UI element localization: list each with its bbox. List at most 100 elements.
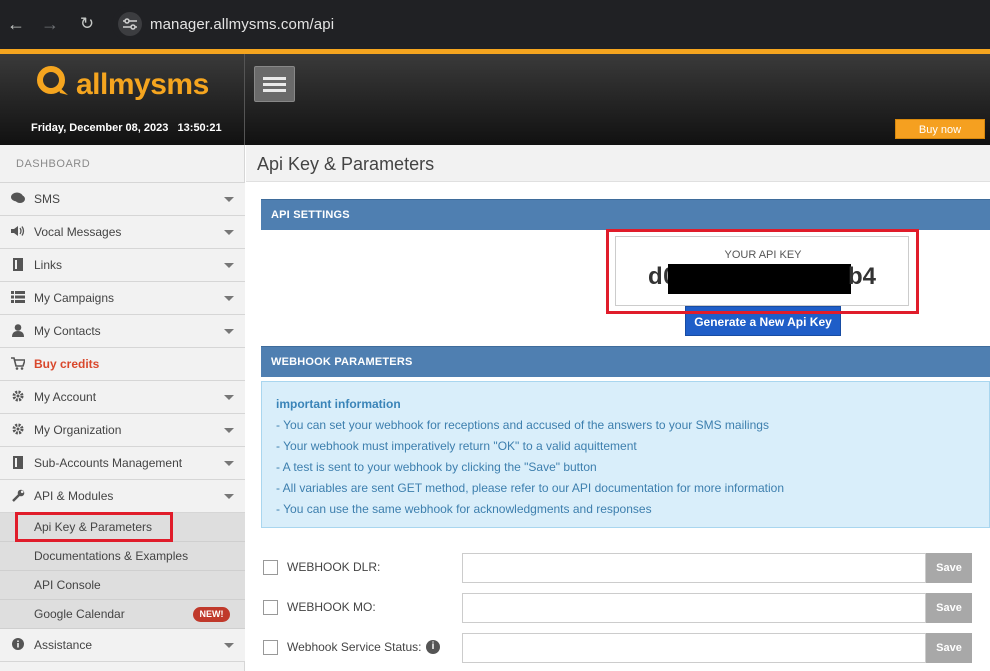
sidebar-subitem-label: API Console bbox=[34, 578, 101, 592]
sidebar-item-label: Links bbox=[34, 258, 63, 272]
chevron-down-icon bbox=[224, 395, 234, 400]
logo-area: allmysms Friday, December 08, 2023 13:50… bbox=[0, 54, 245, 145]
webhook-status-label: Webhook Service Status: bbox=[287, 640, 422, 654]
site-settings-icon[interactable] bbox=[118, 12, 142, 36]
info-icon bbox=[11, 638, 25, 652]
chevron-down-icon bbox=[224, 494, 234, 499]
address-bar[interactable]: manager.allmysms.com/api bbox=[112, 7, 990, 41]
sidebar-dashboard[interactable]: DASHBOARD bbox=[0, 145, 245, 183]
document-icon bbox=[11, 456, 25, 470]
webhook-dlr-row: WEBHOOK DLR: Save bbox=[261, 553, 990, 583]
current-date-time: Friday, December 08, 2023 13:50:21 bbox=[31, 122, 222, 134]
user-icon bbox=[11, 324, 25, 338]
info-line: - All variables are sent GET method, ple… bbox=[276, 481, 785, 495]
webhook-mo-checkbox[interactable] bbox=[263, 600, 278, 615]
buy-now-button[interactable]: Buy now bbox=[895, 119, 985, 139]
reload-icon[interactable]: ↻ bbox=[75, 12, 99, 36]
cart-icon bbox=[11, 357, 27, 371]
chevron-down-icon bbox=[224, 643, 234, 648]
list-icon bbox=[11, 291, 25, 305]
sidebar-item-links[interactable]: Links bbox=[0, 249, 245, 282]
webhook-mo-label: WEBHOOK MO: bbox=[287, 600, 376, 614]
sidebar-item-label: My Account bbox=[34, 390, 97, 404]
section-title: API SETTINGS bbox=[271, 209, 350, 221]
logo-mark-icon bbox=[37, 66, 68, 95]
logo-text: allmysms bbox=[76, 68, 209, 101]
sidebar-item-my-account[interactable]: My Account bbox=[0, 381, 245, 414]
menu-toggle-button[interactable] bbox=[254, 66, 295, 102]
webhook-status-input[interactable] bbox=[462, 633, 926, 663]
webhook-dlr-input[interactable] bbox=[462, 553, 926, 583]
webhook-mo-input[interactable] bbox=[462, 593, 926, 623]
sidebar-item-api-modules[interactable]: API & Modules bbox=[0, 480, 245, 513]
webhook-dlr-checkbox[interactable] bbox=[263, 560, 278, 575]
info-line: - Your webhook must imperatively return … bbox=[276, 439, 637, 453]
webhook-status-save-button[interactable]: Save bbox=[926, 633, 972, 663]
sidebar-item-buy-credits[interactable]: Buy credits bbox=[0, 348, 245, 381]
important-info-box: important information - You can set your… bbox=[261, 381, 990, 528]
webhook-status-checkbox[interactable] bbox=[263, 640, 278, 655]
chevron-down-icon bbox=[224, 428, 234, 433]
main-content: Api Key & Parameters API SETTINGS YOUR A… bbox=[246, 145, 990, 671]
wrench-icon bbox=[11, 489, 25, 503]
sidebar-subitem-label: Documentations & Examples bbox=[34, 549, 189, 563]
menu-icon bbox=[263, 77, 286, 80]
sidebar-item-my-contacts[interactable]: My Contacts bbox=[0, 315, 245, 348]
sidebar-item-label: SMS bbox=[34, 192, 61, 206]
sidebar-item-label: Assistance bbox=[34, 638, 93, 652]
api-settings-header: API SETTINGS bbox=[261, 199, 990, 230]
chevron-down-icon bbox=[224, 329, 234, 334]
info-line: - You can use the same webhook for ackno… bbox=[276, 502, 652, 516]
webhook-dlr-save-button[interactable]: Save bbox=[926, 553, 972, 583]
sidebar: DASHBOARD SMS Vocal Messages Links My Ca… bbox=[0, 145, 245, 671]
url-text[interactable]: manager.allmysms.com/api bbox=[150, 16, 334, 33]
webhook-dlr-label: WEBHOOK DLR: bbox=[287, 560, 381, 574]
new-badge: NEW! bbox=[193, 607, 230, 622]
sidebar-subitem-api-console[interactable]: API Console bbox=[0, 571, 245, 600]
chevron-down-icon bbox=[224, 461, 234, 466]
sidebar-item-sub-accounts[interactable]: Sub-Accounts Management bbox=[0, 447, 245, 480]
webhook-mo-save-button[interactable]: Save bbox=[926, 593, 972, 623]
info-title: important information bbox=[276, 397, 401, 411]
sidebar-item-label: My Organization bbox=[34, 423, 122, 437]
browser-toolbar: ← → ↻ manager.allmysms.com/api bbox=[0, 0, 990, 49]
gear-icon bbox=[11, 390, 25, 404]
info-line: - A test is sent to your webhook by clic… bbox=[276, 460, 597, 474]
sidebar-item-label: API & Modules bbox=[34, 489, 114, 503]
document-icon bbox=[11, 258, 25, 272]
sidebar-item-vocal-messages[interactable]: Vocal Messages bbox=[0, 216, 245, 249]
speaker-icon bbox=[11, 225, 25, 239]
sidebar-item-my-organization[interactable]: My Organization bbox=[0, 414, 245, 447]
sidebar-subitem-google-calendar[interactable]: Google Calendar NEW! bbox=[0, 600, 245, 629]
webhook-status-row: Webhook Service Status: i Save bbox=[261, 633, 990, 663]
chevron-down-icon bbox=[224, 296, 234, 301]
highlight-annotation bbox=[15, 512, 173, 542]
sidebar-subitem-label: Google Calendar bbox=[34, 607, 125, 621]
sidebar-item-my-campaigns[interactable]: My Campaigns bbox=[0, 282, 245, 315]
chat-icon bbox=[11, 192, 25, 206]
chevron-down-icon bbox=[224, 197, 234, 202]
chevron-down-icon bbox=[224, 230, 234, 235]
back-arrow-icon[interactable]: ← bbox=[4, 12, 28, 36]
menu-icon-bar bbox=[263, 83, 286, 86]
forward-arrow-icon[interactable]: → bbox=[38, 12, 62, 36]
highlight-annotation bbox=[606, 229, 919, 314]
sidebar-item-sms[interactable]: SMS bbox=[0, 183, 245, 216]
info-line: - You can set your webhook for reception… bbox=[276, 418, 769, 432]
menu-icon-bar bbox=[263, 89, 286, 92]
page-title-bar: Api Key & Parameters bbox=[246, 145, 990, 182]
section-title: WEBHOOK PARAMETERS bbox=[271, 356, 413, 368]
webhook-mo-row: WEBHOOK MO: Save bbox=[261, 593, 990, 623]
sidebar-item-label: My Contacts bbox=[34, 324, 101, 338]
sidebar-item-label: Buy credits bbox=[34, 357, 100, 371]
sidebar-subitem-documentations[interactable]: Documentations & Examples bbox=[0, 542, 245, 571]
gear-icon bbox=[11, 423, 25, 437]
sidebar-item-label: Sub-Accounts Management bbox=[34, 456, 183, 470]
info-icon[interactable]: i bbox=[426, 640, 440, 654]
webhook-parameters-header: WEBHOOK PARAMETERS bbox=[261, 346, 990, 377]
sidebar-item-label: Vocal Messages bbox=[34, 225, 122, 239]
sidebar-item-assistance[interactable]: Assistance bbox=[0, 629, 245, 662]
app-header: allmysms Friday, December 08, 2023 13:50… bbox=[0, 54, 990, 145]
page-title: Api Key & Parameters bbox=[257, 154, 435, 174]
sidebar-item-label: My Campaigns bbox=[34, 291, 115, 305]
